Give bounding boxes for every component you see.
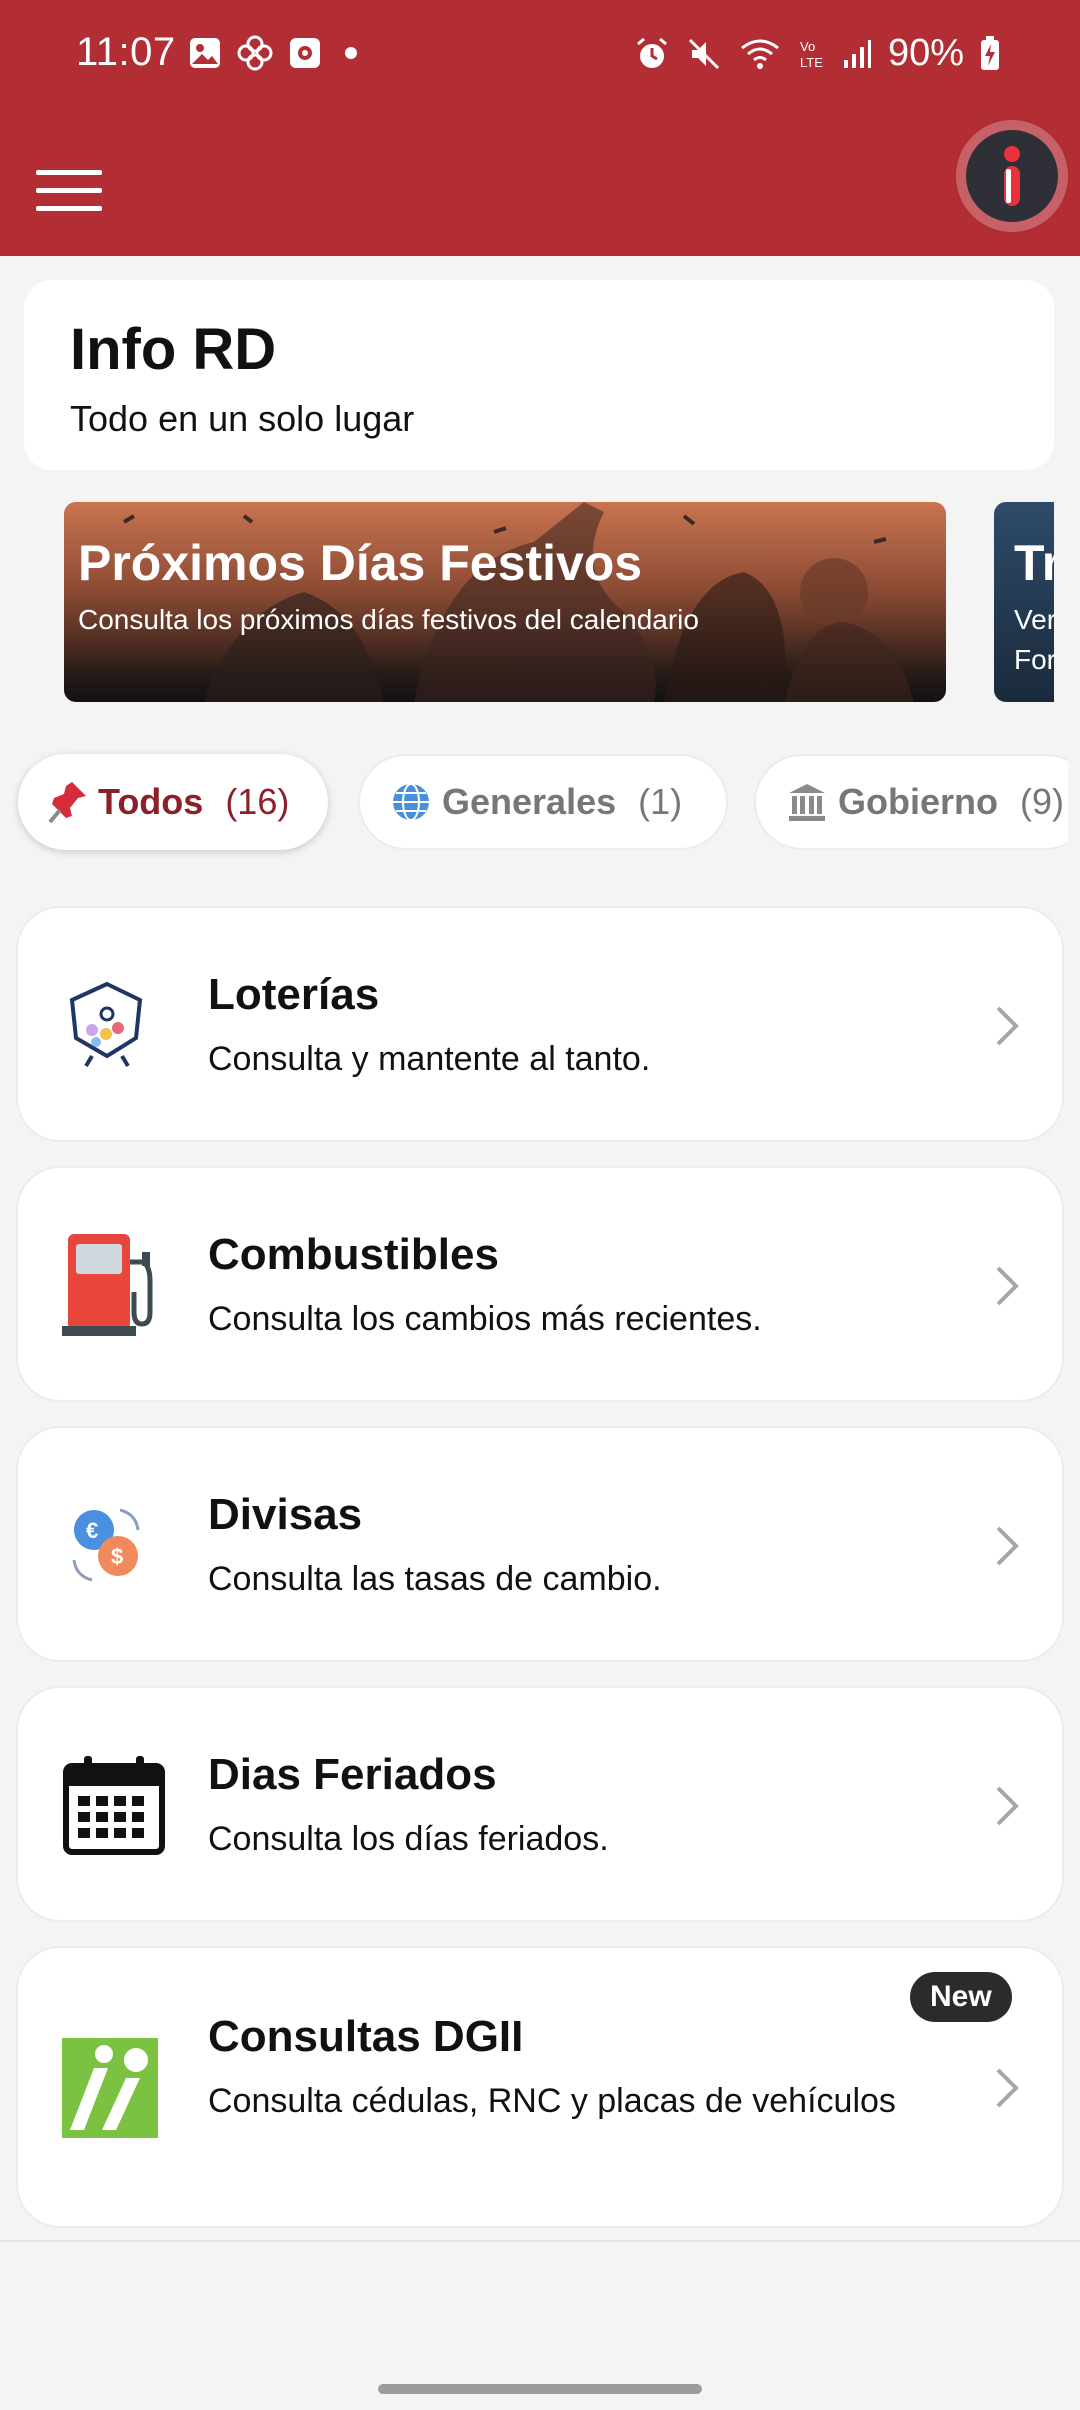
card-description: Consulta los días feriados.	[208, 1820, 609, 1858]
card-consultas-dgii[interactable]: New Consultas DGII Consulta cédulas, RNC…	[16, 1946, 1064, 2228]
filter-chip-gobierno[interactable]: Gobierno (9)	[754, 754, 1068, 850]
card-description: Consulta los cambios más recientes.	[208, 1300, 762, 1338]
banner-subtitle: Ver For	[1014, 600, 1054, 680]
filter-chip-label: Generales	[442, 781, 617, 822]
svg-text:Vo: Vo	[800, 39, 815, 54]
wifi-icon	[741, 39, 779, 69]
chevron-right-icon	[996, 1266, 1019, 1306]
filter-chip-generales[interactable]: Generales (1)	[358, 754, 728, 850]
app-icon	[290, 38, 320, 68]
svg-text:€: €	[86, 1518, 98, 1543]
svg-text:$: $	[111, 1544, 123, 1569]
banner-next[interactable]: Tr Ver For	[994, 502, 1054, 702]
card-description: Consulta y mantente al tanto.	[208, 1040, 651, 1078]
page-subtitle: Todo en un solo lugar	[70, 398, 415, 439]
card-combustibles[interactable]: Combustibles Consulta los cambios más re…	[16, 1166, 1064, 1402]
alarm-icon	[636, 37, 667, 68]
card-title: Dias Feriados	[208, 1750, 497, 1799]
card-title: Consultas DGII	[208, 2012, 524, 2061]
chevron-right-icon	[996, 1526, 1019, 1566]
banner-subtitle-line: For	[1014, 644, 1054, 675]
government-building-icon	[789, 784, 825, 821]
filter-chip-count: (16)	[225, 781, 290, 822]
chevron-right-icon	[996, 1786, 1019, 1826]
signal-icon	[843, 39, 871, 68]
dot-icon	[345, 47, 357, 59]
card-title: Loterías	[208, 970, 380, 1019]
info-icon	[1004, 146, 1020, 206]
card-description: Consulta las tasas de cambio.	[208, 1560, 662, 1598]
status-time: 11:07	[76, 30, 176, 74]
dgii-logo-icon	[62, 2038, 158, 2138]
banner-title: Tr	[1014, 535, 1054, 591]
fuel-pump-icon	[62, 1234, 153, 1336]
calendar-icon	[63, 1756, 165, 1855]
card-description: Consulta cédulas, RNC y placas de vehícu…	[208, 2082, 896, 2120]
card-title: Divisas	[208, 1490, 363, 1539]
globe-icon	[393, 783, 429, 821]
menu-button[interactable]	[36, 168, 102, 212]
card-dias-feriados[interactable]: Dias Feriados Consulta los días feriados…	[16, 1686, 1064, 1922]
card-title: Combustibles	[208, 1230, 499, 1279]
page-title: Info RD	[70, 317, 277, 382]
volte-icon: Vo LTE	[800, 39, 823, 70]
chevron-right-icon	[996, 1006, 1019, 1046]
filter-chip-row: Todos (16) Generales (1) Gobierno (9)	[0, 740, 1068, 870]
card-loterias[interactable]: Loterías Consulta y mantente al tanto.	[16, 906, 1064, 1142]
card-divisas[interactable]: € $ Divisas Consulta las tasas de cambio…	[16, 1426, 1064, 1662]
hamburger-menu-icon	[36, 170, 102, 211]
new-badge: New	[910, 1972, 1012, 2022]
status-bar: 11:07 Vo LTE 90%	[0, 0, 1080, 112]
filter-chip-count: (1)	[638, 781, 683, 822]
home-indicator[interactable]	[378, 2384, 702, 2394]
header-card: Info RD Todo en un solo lugar	[24, 280, 1054, 470]
image-icon	[190, 38, 220, 68]
battery-level: 90%	[887, 32, 964, 74]
svg-text:LTE: LTE	[800, 55, 823, 70]
banner-subtitle: Consulta los próximos días festivos del …	[78, 604, 699, 635]
banner-upcoming-holidays[interactable]: Próximos Días Festivos Consulta los próx…	[64, 502, 946, 702]
filter-chip-label: Todos	[98, 781, 204, 822]
banner-subtitle-line: Ver	[1014, 604, 1054, 635]
app-bar: 11:07 Vo LTE 90%	[0, 0, 1080, 256]
filter-chip-count: (9)	[1020, 781, 1064, 822]
battery-charging-icon	[981, 35, 999, 70]
filter-chip-todos[interactable]: Todos (16)	[18, 754, 328, 850]
pinwheel-icon	[237, 35, 273, 71]
pushpin-icon	[48, 782, 86, 824]
people-celebrating-illustration	[122, 502, 914, 702]
lottery-ball-icon	[69, 981, 143, 1068]
filter-chip-label: Gobierno	[838, 781, 998, 822]
chevron-right-icon	[996, 2068, 1019, 2108]
banner-title: Próximos Días Festivos	[78, 535, 643, 591]
info-button[interactable]	[956, 120, 1068, 232]
currency-exchange-icon: € $	[72, 1508, 140, 1582]
mute-icon	[688, 38, 719, 69]
